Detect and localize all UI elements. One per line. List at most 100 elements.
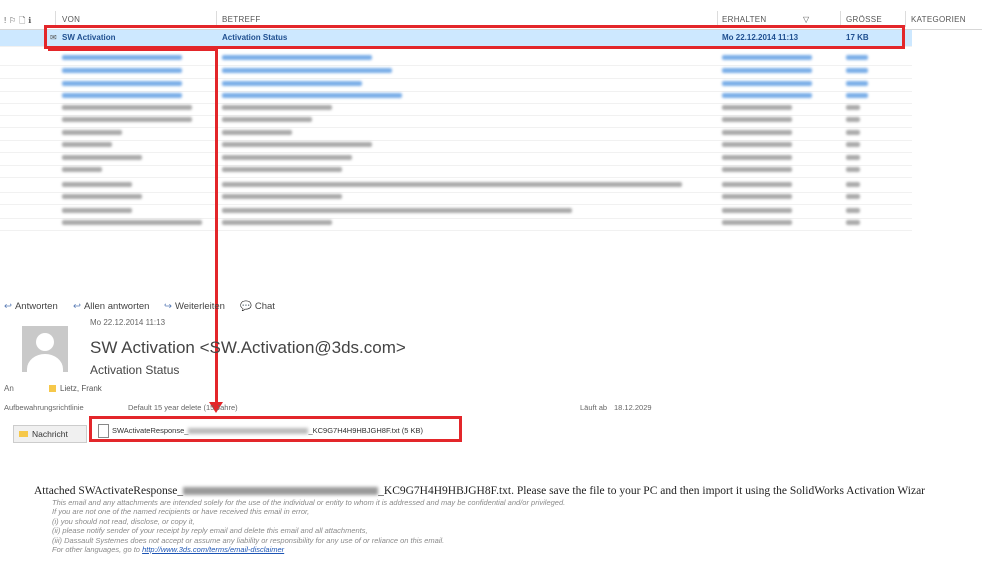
body-text-suffix: _KC9G7H4H9HBJGH8F.txt. Please save the f… (378, 485, 926, 497)
redacted-text (846, 167, 860, 172)
redacted-text (846, 105, 860, 110)
redacted-text (62, 220, 202, 225)
redacted-text (846, 220, 860, 225)
column-size[interactable]: GRÖSSE (846, 15, 882, 24)
redacted-text (846, 155, 860, 160)
redacted-text (846, 130, 860, 135)
redacted-text (846, 208, 860, 213)
column-from[interactable]: VON (62, 15, 80, 24)
redacted-text (62, 93, 182, 98)
category-color-icon (49, 385, 56, 392)
body-text-prefix: Attached SWActivateResponse_ (34, 485, 184, 497)
redacted-text (722, 130, 792, 135)
arrow-line (48, 48, 218, 51)
redacted-text (62, 117, 192, 122)
redacted-text (722, 155, 792, 160)
to-label: An (4, 384, 14, 393)
redacted-text (722, 68, 812, 73)
chat-icon: 💬 (240, 301, 252, 312)
expires-value: 18.12.2029 (614, 403, 652, 412)
message-tab-label: Nachricht (32, 429, 68, 439)
disclaimer-line: If you are not one of the named recipien… (52, 507, 310, 517)
redacted-text (62, 155, 142, 160)
message-sender[interactable]: SW Activation <SW.Activation@3ds.com> (90, 338, 406, 358)
to-recipient[interactable]: Lietz, Frank (60, 384, 102, 393)
redacted-text (722, 55, 812, 60)
message-subject: Activation Status (90, 363, 180, 377)
column-received[interactable]: ERHALTEN (722, 15, 766, 24)
chat-label: Chat (254, 301, 275, 312)
attachment-highlight (89, 416, 462, 442)
redacted-text (722, 105, 792, 110)
reply-icon: ↩ (4, 301, 12, 312)
redacted-text (62, 105, 192, 110)
header-icons[interactable]: ! ⚐ 🗋 ℹ (4, 15, 32, 29)
disclaimer-link[interactable]: http://www.3ds.com/terms/email-disclaime… (142, 545, 284, 554)
redacted-text (62, 167, 102, 172)
redacted-text (62, 81, 182, 86)
redacted-text (722, 167, 792, 172)
languages-text: For other languages, go to (52, 545, 143, 555)
redacted-text (62, 68, 182, 73)
redacted-text (846, 68, 868, 73)
chat-button[interactable]: 💬 Chat (240, 301, 275, 312)
redacted-text (846, 55, 868, 60)
disclaimer: This email and any attachments are inten… (52, 498, 982, 554)
forward-label: Weiterleiten (174, 301, 225, 312)
disclaimer-line: (i) you should not read, disclose, or co… (52, 516, 195, 526)
forward-button[interactable]: ↪ Weiterleiten (164, 301, 225, 312)
redacted-text (846, 182, 860, 187)
redacted-text (183, 487, 379, 496)
redacted-text (722, 220, 792, 225)
redacted-text (62, 208, 132, 213)
redacted-text (222, 155, 352, 160)
redacted-text (62, 142, 112, 147)
redacted-text (222, 93, 402, 98)
redacted-text (222, 105, 332, 110)
message-row[interactable] (0, 162, 912, 178)
body-main-text: Attached SWActivateResponse_ _KC9G7H4H9HB… (34, 485, 982, 497)
reply-all-icon: ↩ (73, 301, 81, 312)
redacted-text (846, 93, 868, 98)
redacted-text (62, 55, 182, 60)
redacted-text (222, 167, 342, 172)
reply-all-label: Allen antworten (83, 301, 150, 312)
redacted-text (222, 130, 292, 135)
selected-row-highlight (44, 25, 905, 49)
disclaimer-line: (iii) Dassault Systemes does not accept … (52, 535, 445, 545)
message-body: Attached SWActivateResponse_ _KC9G7H4H9HB… (34, 485, 982, 554)
message-row[interactable] (0, 215, 912, 231)
redacted-text (722, 93, 812, 98)
redacted-text (846, 117, 860, 122)
redacted-text (62, 130, 122, 135)
redacted-text (222, 208, 572, 213)
mail-icon (19, 431, 28, 437)
disclaimer-line: This email and any attachments are inten… (52, 498, 566, 507)
redacted-text (222, 81, 362, 86)
redacted-text (222, 194, 342, 199)
avatar (22, 326, 68, 372)
reply-button[interactable]: ↩ Antworten (4, 301, 58, 312)
redacted-text (722, 208, 792, 213)
redacted-text (62, 182, 132, 187)
redacted-text (222, 182, 682, 187)
forward-icon: ↪ (164, 301, 172, 312)
redacted-text (846, 142, 860, 147)
message-tab[interactable]: Nachricht (13, 425, 87, 443)
redacted-text (222, 142, 372, 147)
redacted-text (222, 117, 312, 122)
message-date: Mo 22.12.2014 11:13 (90, 318, 166, 327)
redacted-text (722, 194, 792, 199)
redacted-text (722, 81, 812, 86)
redacted-text (62, 194, 142, 199)
redacted-text (222, 68, 392, 73)
redacted-text (846, 81, 868, 86)
disclaimer-line: (ii) please notify sender of your receip… (52, 526, 368, 536)
retention-label: Aufbewahrungsrichtlinie (4, 403, 84, 412)
sort-chevron-icon[interactable]: ▽ (803, 15, 809, 24)
reply-all-button[interactable]: ↩ Allen antworten (73, 301, 149, 312)
retention-value: Default 15 year delete (15 Jahre) (128, 403, 238, 412)
redacted-text (722, 182, 792, 187)
column-categories[interactable]: KATEGORIEN (911, 15, 966, 24)
column-subject[interactable]: BETREFF (222, 15, 261, 24)
